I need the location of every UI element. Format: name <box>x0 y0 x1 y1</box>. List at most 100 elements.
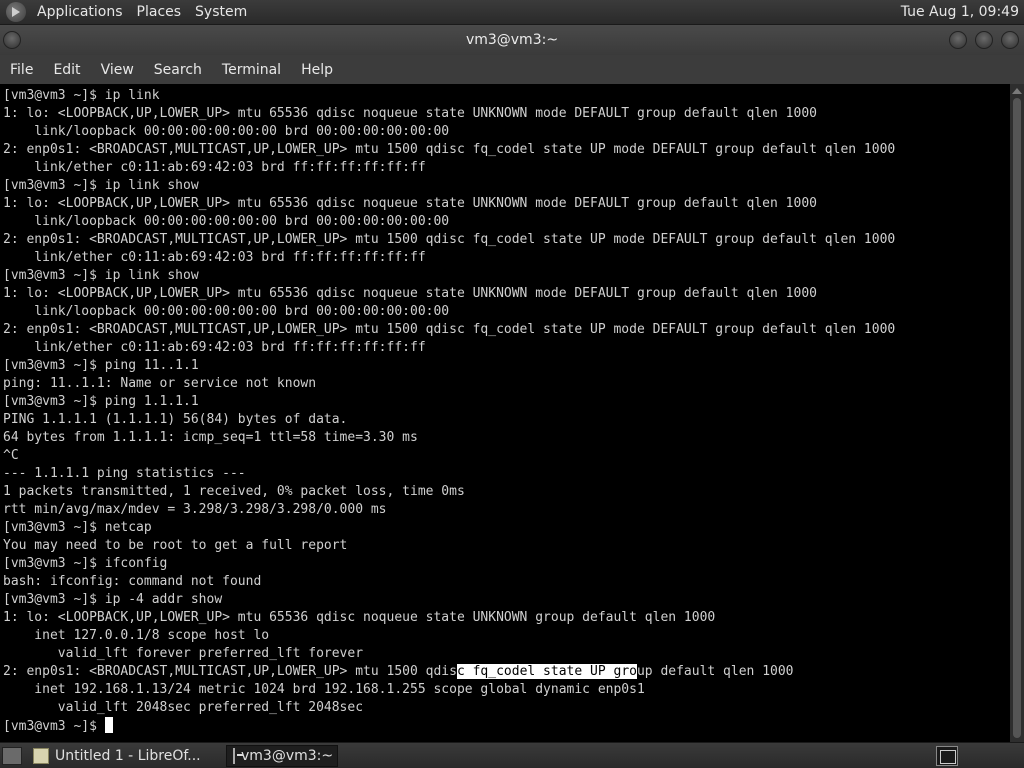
terminal-text: [vm3@vm3 ~]$ ping 1.1.1.1 <box>3 394 199 409</box>
terminal-line: valid_lft forever preferred_lft forever <box>3 645 895 663</box>
terminal-line: 2: enp0s1: <BROADCAST,MULTICAST,UP,LOWER… <box>3 321 895 339</box>
terminal-output[interactable]: [vm3@vm3 ~]$ ip link 1: lo: <LOOPBACK,UP,… <box>0 84 1010 742</box>
clock[interactable]: Tue Aug 1, 09:49 <box>901 4 1019 20</box>
scroll-up-arrow-icon[interactable] <box>1012 88 1022 94</box>
terminal-text: [vm3@vm3 ~]$ ip link show <box>3 268 199 283</box>
applications-menu[interactable]: Applications <box>30 4 130 20</box>
terminal-text: [vm3@vm3 ~]$ ip link show <box>3 178 199 193</box>
terminal-text: 64 bytes from 1.1.1.1: icmp_seq=1 ttl=58… <box>3 430 418 445</box>
taskbar-item-libreoffice[interactable]: Untitled 1 - LibreOf... <box>26 745 222 767</box>
terminal-line: ^C <box>3 447 895 465</box>
document-icon <box>33 747 49 764</box>
terminal-line: 2: enp0s1: <BROADCAST,MULTICAST,UP,LOWER… <box>3 141 895 159</box>
terminal-text: 2: enp0s1: <BROADCAST,MULTICAST,UP,LOWER… <box>3 664 457 679</box>
terminal-text: link/ether c0:11:ab:69:42:03 brd ff:ff:f… <box>3 160 426 175</box>
terminal-text: 1: lo: <LOOPBACK,UP,LOWER_UP> mtu 65536 … <box>3 286 817 301</box>
terminal-text: valid_lft 2048sec preferred_lft 2048sec <box>3 700 364 715</box>
terminal-text: [vm3@vm3 ~]$ ip link <box>3 88 160 103</box>
top-panel-menu: Applications Places System <box>30 0 254 25</box>
terminal-text: ping: 11..1.1: Name or service not known <box>3 376 317 391</box>
terminal-line: ping: 11..1.1: Name or service not known <box>3 375 895 393</box>
system-menu[interactable]: System <box>188 4 254 20</box>
selected-text: c fq_codel state UP gro <box>456 664 637 679</box>
terminal-text: You may need to be root to get a full re… <box>3 538 348 553</box>
terminal-line: [vm3@vm3 ~]$ ip -4 addr show <box>3 591 895 609</box>
terminal-line: [vm3@vm3 ~]$ <box>3 717 895 735</box>
menu-terminal[interactable]: Terminal <box>212 62 291 78</box>
terminal-text: [vm3@vm3 ~]$ ping 11..1.1 <box>3 358 199 373</box>
terminal-line: 1: lo: <LOOPBACK,UP,LOWER_UP> mtu 65536 … <box>3 195 895 213</box>
taskbar-item-label: vm3@vm3:~ <box>241 747 334 764</box>
terminal-text: [vm3@vm3 ~]$ ifconfig <box>3 556 168 571</box>
terminal-text: rtt min/avg/max/mdev = 3.298/3.298/3.298… <box>3 502 387 517</box>
terminal-line: [vm3@vm3 ~]$ netcap <box>3 519 895 537</box>
terminal-line: rtt min/avg/max/mdev = 3.298/3.298/3.298… <box>3 501 895 519</box>
minimize-button[interactable] <box>949 31 967 49</box>
terminal-text: link/loopback 00:00:00:00:00:00 brd 00:0… <box>3 304 450 319</box>
terminal-line: link/ether c0:11:ab:69:42:03 brd ff:ff:f… <box>3 159 895 177</box>
menu-search[interactable]: Search <box>144 62 212 78</box>
terminal-line: 2: enp0s1: <BROADCAST,MULTICAST,UP,LOWER… <box>3 231 895 249</box>
menu-file[interactable]: File <box>0 62 43 78</box>
terminal-text: link/loopback 00:00:00:00:00:00 brd 00:0… <box>3 124 450 139</box>
terminal-line: 1 packets transmitted, 1 received, 0% pa… <box>3 483 895 501</box>
terminal-line: link/loopback 00:00:00:00:00:00 brd 00:0… <box>3 303 895 321</box>
terminal-line: link/loopback 00:00:00:00:00:00 brd 00:0… <box>3 213 895 231</box>
terminal-text: ^C <box>3 448 19 463</box>
terminal-text: [vm3@vm3 ~]$ ip -4 addr show <box>3 592 223 607</box>
terminal-line: PING 1.1.1.1 (1.1.1.1) 56(84) bytes of d… <box>3 411 895 429</box>
terminal-text: 1: lo: <LOOPBACK,UP,LOWER_UP> mtu 65536 … <box>3 610 716 625</box>
menu-help[interactable]: Help <box>291 62 343 78</box>
places-menu[interactable]: Places <box>130 4 189 20</box>
terminal-text: inet 192.168.1.13/24 metric 1024 brd 192… <box>3 682 645 697</box>
show-desktop-icon[interactable] <box>2 746 22 765</box>
terminal-text: 1: lo: <LOOPBACK,UP,LOWER_UP> mtu 65536 … <box>3 106 817 121</box>
window-titlebar[interactable]: vm3@vm3:~ <box>0 25 1024 55</box>
menu-edit[interactable]: Edit <box>43 62 90 78</box>
terminal-text: 1 packets transmitted, 1 received, 0% pa… <box>3 484 465 499</box>
terminal-lines: [vm3@vm3 ~]$ ip link 1: lo: <LOOPBACK,UP,… <box>3 87 895 735</box>
terminal-line: link/ether c0:11:ab:69:42:03 brd ff:ff:f… <box>3 249 895 267</box>
app-menu-logo-icon[interactable] <box>6 2 26 22</box>
terminal-line: 64 bytes from 1.1.1.1: icmp_seq=1 ttl=58… <box>3 429 895 447</box>
taskbar-item-terminal[interactable]: vm3@vm3:~ <box>226 744 338 767</box>
window-title: vm3@vm3:~ <box>465 32 559 48</box>
terminal-line: link/ether c0:11:ab:69:42:03 brd ff:ff:f… <box>3 339 895 357</box>
terminal-line: link/loopback 00:00:00:00:00:00 brd 00:0… <box>3 123 895 141</box>
window-menu-icon[interactable] <box>3 31 21 49</box>
terminal-text: bash: ifconfig: command not found <box>3 574 262 589</box>
menubar: File Edit View Search Terminal Help <box>0 55 1024 84</box>
terminal-line: valid_lft 2048sec preferred_lft 2048sec <box>3 699 895 717</box>
terminal-text: link/loopback 00:00:00:00:00:00 brd 00:0… <box>3 214 450 229</box>
terminal-icon <box>233 747 243 764</box>
top-panel: Applications Places System Tue Aug 1, 09… <box>0 0 1024 25</box>
terminal-text: PING 1.1.1.1 (1.1.1.1) 56(84) bytes of d… <box>3 412 348 427</box>
terminal-line: You may need to be root to get a full re… <box>3 537 895 555</box>
terminal-line: [vm3@vm3 ~]$ ping 11..1.1 <box>3 357 895 375</box>
terminal-scrollbar[interactable] <box>1010 84 1024 742</box>
terminal-text: [vm3@vm3 ~]$ netcap <box>3 520 152 535</box>
menu-view[interactable]: View <box>91 62 144 78</box>
taskbar-item-label: Untitled 1 - LibreOf... <box>55 747 201 764</box>
terminal-line: 1: lo: <LOOPBACK,UP,LOWER_UP> mtu 65536 … <box>3 285 895 303</box>
terminal-text: 2: enp0s1: <BROADCAST,MULTICAST,UP,LOWER… <box>3 142 896 157</box>
terminal-text: --- 1.1.1.1 ping statistics --- <box>3 466 246 481</box>
terminal-text: valid_lft forever preferred_lft forever <box>3 646 364 661</box>
terminal-text: 1: lo: <LOOPBACK,UP,LOWER_UP> mtu 65536 … <box>3 196 817 211</box>
terminal-line: --- 1.1.1.1 ping statistics --- <box>3 465 895 483</box>
terminal-line: 1: lo: <LOOPBACK,UP,LOWER_UP> mtu 65536 … <box>3 609 895 627</box>
terminal-text: 2: enp0s1: <BROADCAST,MULTICAST,UP,LOWER… <box>3 232 896 247</box>
maximize-button[interactable] <box>975 31 993 49</box>
close-button[interactable] <box>1001 31 1019 49</box>
workspace-switcher-icon[interactable] <box>936 746 958 766</box>
terminal-line: 1: lo: <LOOPBACK,UP,LOWER_UP> mtu 65536 … <box>3 105 895 123</box>
terminal-text: link/ether c0:11:ab:69:42:03 brd ff:ff:f… <box>3 340 426 355</box>
terminal-prompt: [vm3@vm3 ~]$ <box>3 719 105 734</box>
terminal-line: [vm3@vm3 ~]$ ip link show <box>3 177 895 195</box>
terminal-text: 2: enp0s1: <BROADCAST,MULTICAST,UP,LOWER… <box>3 322 896 337</box>
terminal-line: inet 127.0.0.1/8 scope host lo <box>3 627 895 645</box>
terminal-line: [vm3@vm3 ~]$ ip link <box>3 87 895 105</box>
terminal-line: [vm3@vm3 ~]$ ping 1.1.1.1 <box>3 393 895 411</box>
terminal-line: 2: enp0s1: <BROADCAST,MULTICAST,UP,LOWER… <box>3 663 895 681</box>
scrollbar-thumb[interactable] <box>1013 98 1021 738</box>
